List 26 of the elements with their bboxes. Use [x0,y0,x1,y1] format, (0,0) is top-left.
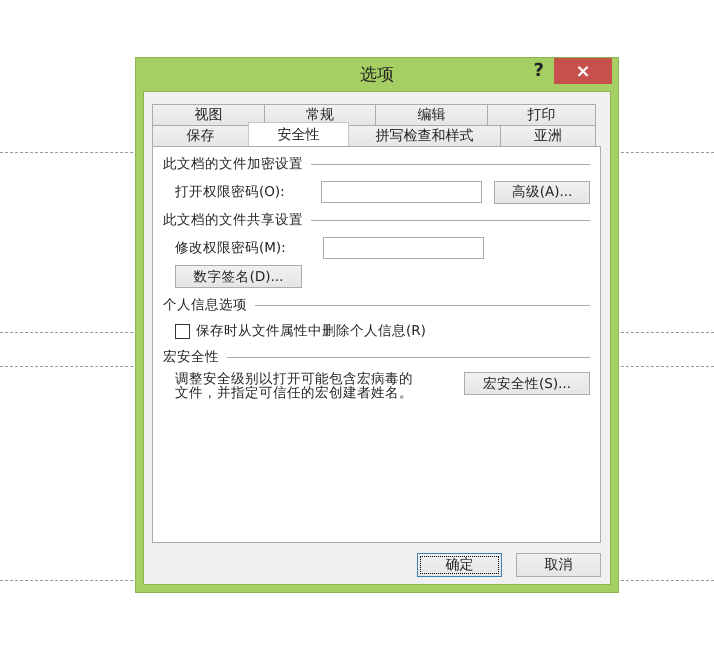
digital-signature-button[interactable]: 数字签名(D)... [175,265,302,288]
tab[interactable]: 保存 [152,125,249,146]
window-title: 选项 [360,64,394,86]
tab[interactable]: 安全性 [248,122,349,146]
password-field[interactable] [323,237,484,259]
help-button[interactable]: ? [530,60,548,81]
section-heading: 此文档的文件共享设置 [163,211,303,229]
field-label: 打开权限密码(O): [175,183,286,201]
section-heading: 此文档的文件加密设置 [163,155,303,173]
cancel-button[interactable]: 取消 [516,553,601,577]
tab[interactable]: 打印 [487,104,596,125]
close-button[interactable]: × [554,58,612,84]
macro-security-button[interactable]: 宏安全性(S)... [464,372,590,395]
ok-button[interactable]: 确定 [417,553,502,577]
checkbox-label: 保存时从文件属性中删除个人信息(R) [196,322,426,340]
advanced-button[interactable]: 高级(A)... [494,180,590,204]
password-field[interactable] [321,181,482,203]
tab[interactable]: 拼写检查和样式 [348,125,501,146]
tab[interactable]: 视图 [152,104,265,125]
tab[interactable]: 亚洲 [500,125,596,146]
description-text: 调整安全级别以打开可能包含宏病毒的文件，并指定可信任的宏创建者姓名。 [175,372,414,400]
checkbox[interactable] [175,324,190,338]
field-label: 修改权限密码(M): [175,239,287,257]
tab[interactable]: 编辑 [375,104,488,125]
section-heading: 个人信息选项 [163,296,247,314]
section-heading: 宏安全性 [163,348,219,366]
